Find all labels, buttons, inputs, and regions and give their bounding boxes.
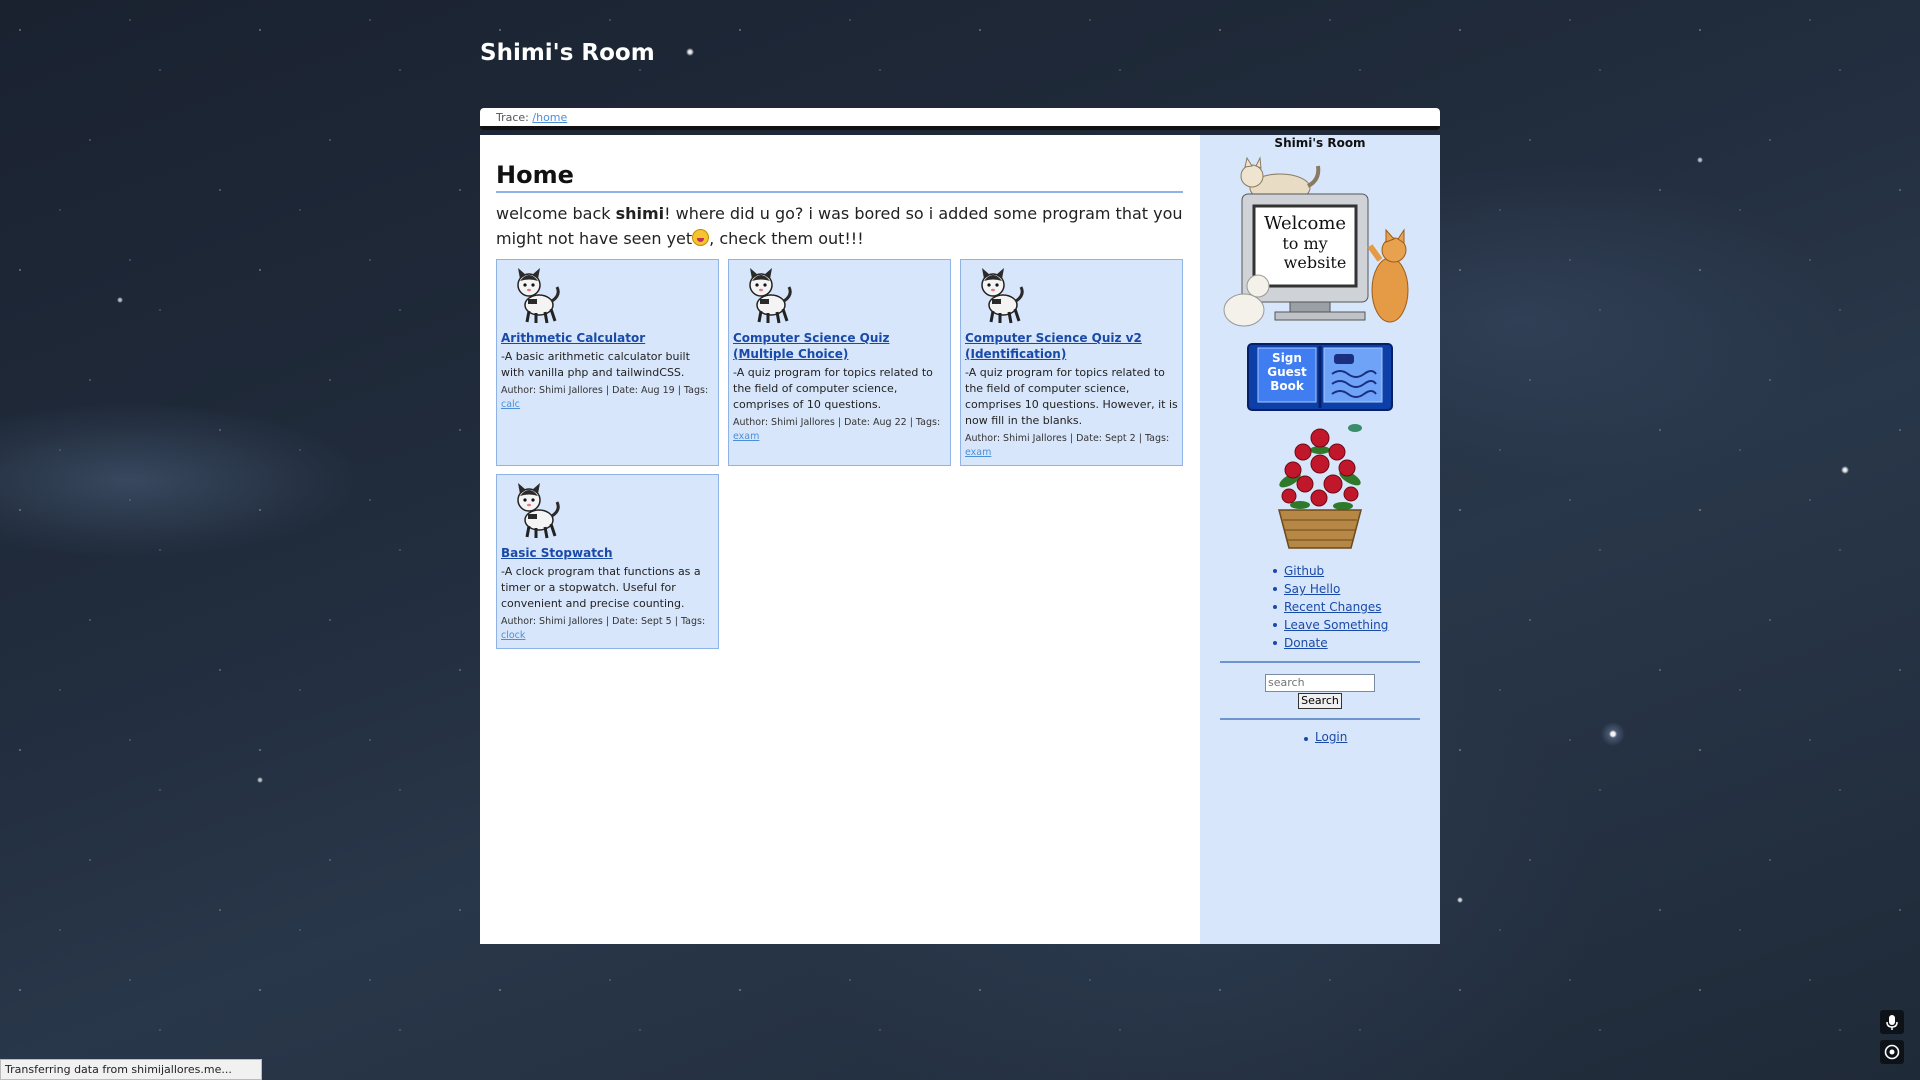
- trace-label: Trace:: [496, 111, 533, 124]
- welcome-text-start: welcome back: [496, 204, 616, 223]
- welcome-username: shimi: [615, 204, 665, 223]
- login-list: Login: [1304, 730, 1440, 744]
- program-card-meta-text: Author: Shimi Jallores | Date: Sept 5 | …: [501, 616, 706, 627]
- welcome-message: welcome back shimi! where did u go? i wa…: [496, 201, 1183, 251]
- program-card: Basic Stopwatch -A clock program that fu…: [496, 474, 719, 649]
- search-form: Search: [1200, 671, 1440, 709]
- site-title: Shimi's Room: [480, 40, 655, 66]
- program-card-tag-link[interactable]: calc: [501, 399, 520, 410]
- program-card-title-link[interactable]: Basic Stopwatch: [501, 545, 714, 561]
- program-card: Arithmetic Calculator -A basic arithmeti…: [496, 259, 719, 466]
- sidebar-divider: [1220, 661, 1420, 663]
- welcome-text-end: , check them out!!!: [709, 229, 864, 248]
- content-area: Home welcome back shimi! where did u go?…: [496, 135, 1183, 649]
- guestbook-icon[interactable]: Sign Guest Book: [1246, 340, 1394, 412]
- guestbook-sign-line: Guest: [1267, 365, 1307, 379]
- kitten-icon: [517, 268, 560, 324]
- sidebar-item-donate: Donate: [1273, 634, 1440, 652]
- program-card-title-link[interactable]: Arithmetic Calculator: [501, 330, 714, 346]
- program-card-meta-text: Author: Shimi Jallores | Date: Sept 2 | …: [965, 433, 1170, 444]
- sidebar: Shimi's Room Welcome to my website Sign …: [1200, 135, 1440, 944]
- program-card-description: -A quiz program for topics related to th…: [965, 366, 1178, 427]
- mic-icon: [1886, 1015, 1898, 1030]
- program-card: Computer Science Quiz (Multiple Choice) …: [728, 259, 951, 466]
- leave-something-link[interactable]: Leave Something: [1284, 618, 1388, 632]
- guestbook-sign-line: Sign: [1272, 351, 1302, 365]
- sidebar-divider: [1220, 717, 1420, 720]
- program-card-tag-link[interactable]: clock: [501, 630, 525, 641]
- search-input[interactable]: [1265, 673, 1375, 692]
- target-button[interactable]: [1880, 1040, 1904, 1064]
- kitten-icon: [981, 268, 1024, 324]
- smiley-emoji-icon: [692, 229, 710, 246]
- sidebar-item-leave-something: Leave Something: [1273, 616, 1440, 634]
- program-card-tag-link[interactable]: exam: [965, 447, 991, 458]
- flower-basket-image: [1278, 424, 1362, 549]
- sidebar-item-login: Login: [1304, 730, 1440, 744]
- program-card-title-link[interactable]: Computer Science Quiz (Multiple Choice): [733, 330, 946, 362]
- welcome-cats-image: Welcome to my website: [1223, 156, 1409, 327]
- program-card-meta: Author: Shimi Jallores | Date: Sept 5 | …: [501, 615, 714, 643]
- kitten-icon: [749, 268, 792, 324]
- sidebar-item-recent-changes: Recent Changes: [1273, 598, 1440, 616]
- kitten-icon: [517, 483, 560, 539]
- program-card-description: -A basic arithmetic calculator built wit…: [501, 350, 690, 379]
- page-title: Home: [496, 161, 1183, 193]
- sidebar-item-github: Github: [1273, 562, 1440, 580]
- search-button[interactable]: Search: [1298, 692, 1342, 709]
- program-card: Computer Science Quiz v2 (Identification…: [960, 259, 1183, 466]
- say-hello-link[interactable]: Say Hello: [1284, 582, 1340, 596]
- trace-home-link[interactable]: /home: [532, 111, 567, 124]
- welcome-sign-line: Welcome: [1264, 213, 1346, 234]
- sidebar-title: Shimi's Room: [1274, 136, 1366, 150]
- program-card-meta-text: Author: Shimi Jallores | Date: Aug 22 | …: [733, 417, 941, 428]
- target-icon: [1884, 1044, 1900, 1060]
- program-card-description: -A clock program that functions as a tim…: [501, 565, 701, 610]
- browser-status-bar: Transferring data from shimijallores.me.…: [0, 1059, 262, 1080]
- login-link[interactable]: Login: [1315, 730, 1347, 744]
- program-card-title-link[interactable]: Computer Science Quiz v2 (Identification…: [965, 330, 1178, 362]
- program-card-meta-text: Author: Shimi Jallores | Date: Aug 19 | …: [501, 385, 709, 396]
- donate-link[interactable]: Donate: [1284, 636, 1328, 650]
- welcome-sign-line: to my: [1282, 234, 1327, 253]
- github-link[interactable]: Github: [1284, 564, 1324, 578]
- program-card-meta: Author: Shimi Jallores | Date: Aug 22 | …: [733, 416, 946, 444]
- main-panel: Home welcome back shimi! where did u go?…: [480, 135, 1440, 944]
- program-card-meta: Author: Shimi Jallores | Date: Aug 19 | …: [501, 384, 714, 412]
- recent-changes-link[interactable]: Recent Changes: [1284, 600, 1381, 614]
- program-card-description: -A quiz program for topics related to th…: [733, 366, 933, 411]
- mic-button[interactable]: [1880, 1010, 1904, 1034]
- program-card-meta: Author: Shimi Jallores | Date: Sept 2 | …: [965, 432, 1178, 460]
- welcome-sign-line: website: [1284, 253, 1347, 272]
- program-card-grid: Arithmetic Calculator -A basic arithmeti…: [496, 259, 1183, 649]
- sidebar-item-say-hello: Say Hello: [1273, 580, 1440, 598]
- trace-breadcrumb: Trace: /home: [480, 108, 1440, 130]
- sidebar-links: Github Say Hello Recent Changes Leave So…: [1273, 562, 1440, 652]
- guestbook-sign-line: Book: [1270, 379, 1305, 393]
- program-card-tag-link[interactable]: exam: [733, 431, 759, 442]
